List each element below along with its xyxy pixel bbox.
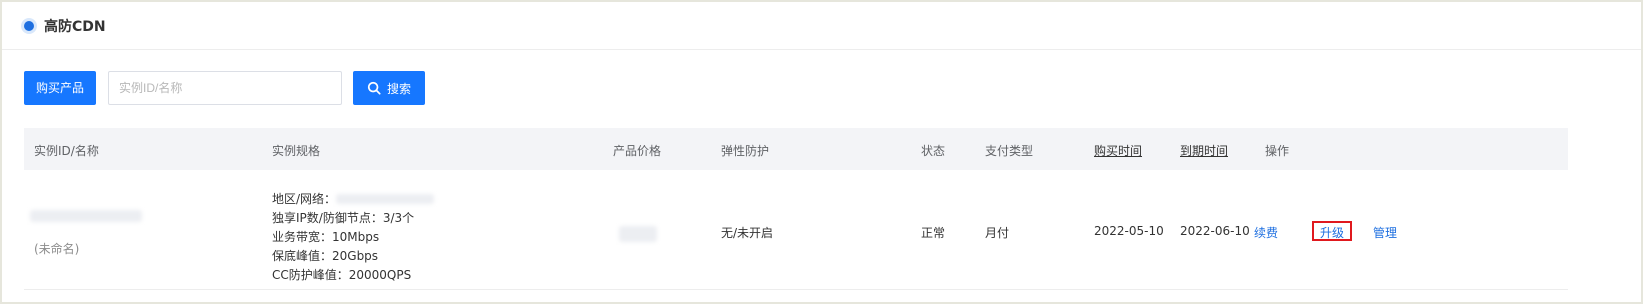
search-icon bbox=[367, 81, 381, 95]
renew-link[interactable]: 续费 bbox=[1254, 224, 1278, 241]
search-input[interactable] bbox=[108, 71, 342, 105]
column-header-actions: 操作 bbox=[1265, 144, 1290, 158]
column-header-payment: 支付类型 bbox=[985, 144, 1034, 158]
page-frame: 高防CDN 购买产品 搜索 实例ID/名称 实例规格 产品价格 弹性防护 状态 … bbox=[0, 0, 1643, 304]
column-header-purchase-time[interactable]: 购买时间 bbox=[1094, 142, 1142, 159]
redacted-instance-id bbox=[30, 210, 142, 222]
instance-spec: 地区/网络： 独享IP数/防御节点：3/3个 业务带宽：10Mbps 保底峰值：… bbox=[272, 190, 435, 285]
column-header-instance: 实例ID/名称 bbox=[34, 144, 99, 158]
spec-region: 地区/网络： bbox=[272, 190, 435, 209]
status-value: 正常 bbox=[921, 226, 946, 240]
table-header: 实例ID/名称 实例规格 产品价格 弹性防护 状态 支付类型 购买时间 到期时间… bbox=[24, 128, 1568, 170]
instance-name: (未命名) bbox=[34, 242, 80, 256]
expire-time: 2022-06-10 bbox=[1180, 224, 1250, 238]
column-header-elastic: 弹性防护 bbox=[721, 144, 770, 158]
manage-link[interactable]: 管理 bbox=[1373, 224, 1397, 241]
redacted-price bbox=[619, 226, 657, 242]
spec-bandwidth: 业务带宽：10Mbps bbox=[272, 230, 380, 244]
search-button[interactable]: 搜索 bbox=[353, 71, 425, 105]
search-button-label: 搜索 bbox=[386, 81, 411, 96]
page-header: 高防CDN bbox=[2, 2, 1641, 50]
purchase-time: 2022-05-10 bbox=[1094, 224, 1164, 238]
payment-type: 月付 bbox=[985, 226, 1010, 240]
column-header-price: 产品价格 bbox=[613, 144, 662, 158]
column-header-expire-time[interactable]: 到期时间 bbox=[1180, 142, 1228, 159]
page-title: 高防CDN bbox=[44, 19, 106, 35]
column-header-spec: 实例规格 bbox=[272, 144, 321, 158]
column-header-status: 状态 bbox=[921, 144, 946, 158]
upgrade-link[interactable]: 升级 bbox=[1320, 224, 1344, 241]
buy-product-button[interactable]: 购买产品 bbox=[24, 71, 96, 105]
table-row: (未命名) 地区/网络： 独享IP数/防御节点：3/3个 业务带宽：10Mbps… bbox=[24, 170, 1568, 290]
spec-guaranteed-peak: 保底峰值：20Gbps bbox=[272, 249, 379, 263]
radio-dot-icon bbox=[24, 21, 34, 31]
elastic-protection: 无/未开启 bbox=[721, 226, 774, 240]
redacted-region bbox=[336, 193, 435, 204]
spec-ip-nodes: 独享IP数/防御节点：3/3个 bbox=[272, 211, 415, 225]
spec-cc-peak: CC防护峰值：20000QPS bbox=[272, 268, 412, 282]
